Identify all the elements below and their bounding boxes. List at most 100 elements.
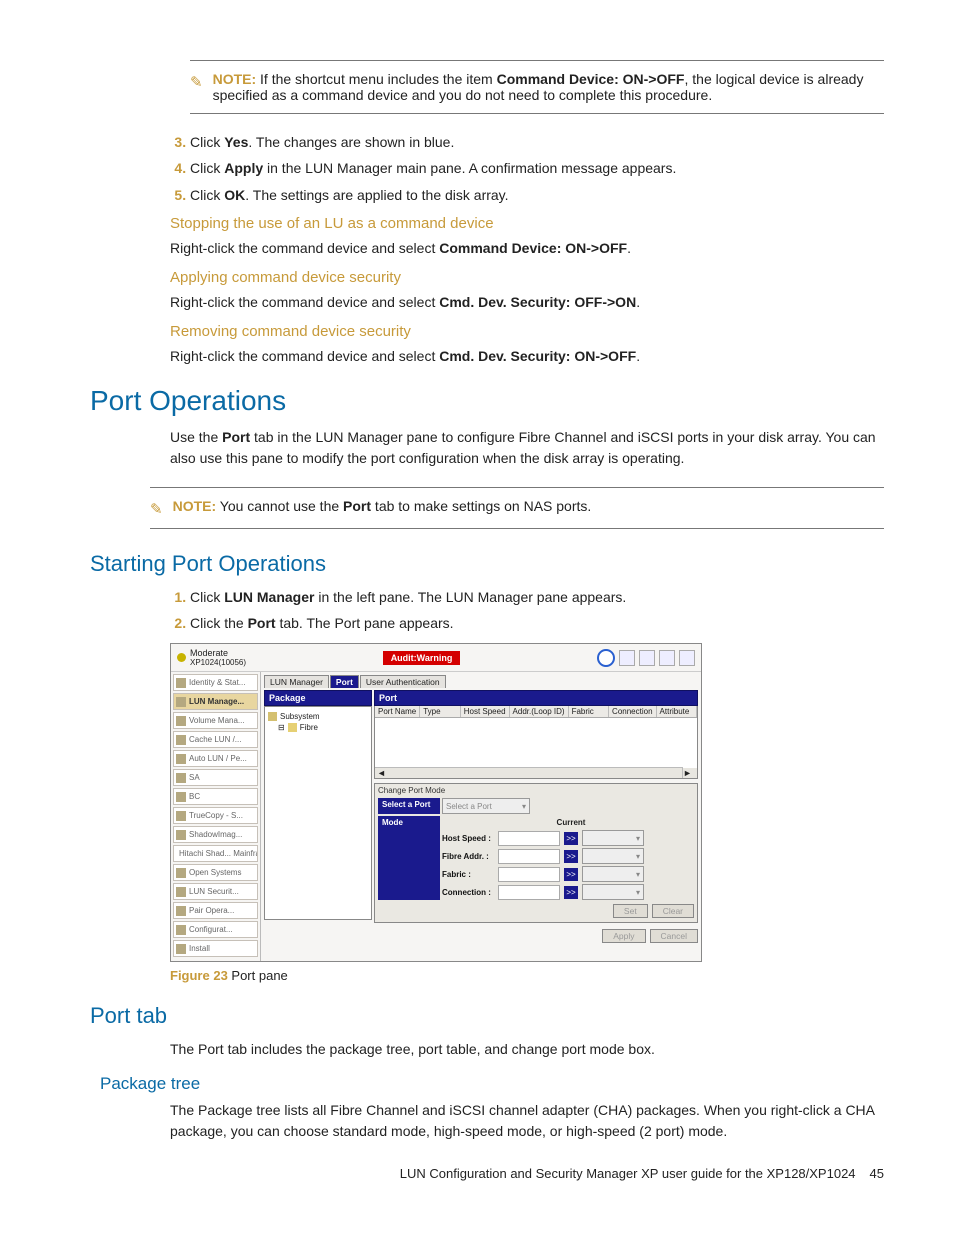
chevron-down-icon: ▾: [636, 852, 640, 861]
footer-title: LUN Configuration and Security Manager X…: [400, 1166, 856, 1181]
sidebar-item[interactable]: LUN Securit...: [173, 883, 258, 900]
steps-list-2: Click LUN Manager in the left pane. The …: [170, 587, 884, 634]
port-panel: Port Port NameTypeHost SpeedAddr.(Loop I…: [374, 690, 698, 943]
col-header[interactable]: Connection: [609, 706, 656, 717]
mode-row-label: Host Speed :: [442, 834, 494, 843]
new-value-dropdown[interactable]: ▾: [582, 884, 644, 900]
para-package-tree: The Package tree lists all Fibre Channel…: [170, 1100, 884, 1142]
port-table[interactable]: Port NameTypeHost SpeedAddr.(Loop ID)Fab…: [374, 706, 698, 779]
ss-status: Moderate XP1024(10056): [177, 648, 246, 667]
col-header[interactable]: Host Speed: [461, 706, 510, 717]
nav-icon: [176, 716, 186, 726]
sidebar-item[interactable]: Identity & Stat...: [173, 674, 258, 691]
nav-icon: [176, 811, 186, 821]
chevron-down-icon: ▾: [636, 888, 640, 897]
arrow-button[interactable]: >>: [564, 832, 578, 845]
heading-package-tree: Package tree: [100, 1074, 884, 1094]
mode-row-label: Fabric :: [442, 870, 494, 879]
ss-audit-badge: Audit:Warning: [383, 651, 461, 665]
heading-port-operations: Port Operations: [90, 385, 884, 417]
sidebar-item[interactable]: BC: [173, 788, 258, 805]
arrow-button[interactable]: >>: [564, 850, 578, 863]
step-5: Click OK. The settings are applied to th…: [190, 185, 884, 205]
col-header[interactable]: Addr.(Loop ID): [510, 706, 569, 717]
step-2: Click the Port tab. The Port pane appear…: [190, 613, 884, 633]
h-scrollbar[interactable]: ◄: [375, 767, 683, 778]
nav-icon: [176, 868, 186, 878]
step-4: Click Apply in the LUN Manager main pane…: [190, 158, 884, 178]
mode-area: Current Host Speed :>>▾Fibre Addr. :>>▾F…: [442, 816, 694, 900]
arrow-button[interactable]: >>: [564, 868, 578, 881]
select-port-dropdown[interactable]: Select a Port▾: [442, 798, 530, 814]
step-3: Click Yes. The changes are shown in blue…: [190, 132, 884, 152]
sidebar-item[interactable]: Open Systems: [173, 864, 258, 881]
sidebar-item[interactable]: ShadowImag...: [173, 826, 258, 843]
port-header: Port: [374, 690, 698, 706]
col-header[interactable]: Fabric: [569, 706, 609, 717]
note-icon: ✎: [150, 500, 163, 518]
window-icon[interactable]: [659, 650, 675, 666]
current-value-field: [498, 831, 560, 846]
sidebar-item[interactable]: Pair Opera...: [173, 902, 258, 919]
select-port-label: Select a Port: [378, 798, 440, 814]
tab-lun-manager[interactable]: LUN Manager: [264, 675, 329, 688]
figure-screenshot: Moderate XP1024(10056) Audit:Warning Ide…: [170, 643, 702, 962]
ss-tabs: LUN Manager Port User Authentication: [264, 675, 698, 688]
sidebar-item[interactable]: Cache LUN /...: [173, 731, 258, 748]
set-button[interactable]: Set: [613, 904, 648, 918]
mode-row-label: Connection :: [442, 888, 494, 897]
heading-starting-port-ops: Starting Port Operations: [90, 551, 884, 577]
current-value-field: [498, 885, 560, 900]
sidebar-item[interactable]: Install: [173, 940, 258, 957]
package-panel: Package Subsystem ⊟Fibre: [264, 690, 372, 943]
apply-button[interactable]: Apply: [602, 929, 645, 943]
note-text: You cannot use the Port tab to make sett…: [220, 498, 592, 514]
sidebar-item[interactable]: Auto LUN / Pe...: [173, 750, 258, 767]
current-value-field: [498, 867, 560, 882]
v-scrollbar[interactable]: ►: [682, 768, 697, 778]
chevron-down-icon: ▾: [522, 802, 526, 811]
note-icon: ✎: [190, 73, 203, 91]
sidebar-item[interactable]: TrueCopy - S...: [173, 807, 258, 824]
package-tree[interactable]: Subsystem ⊟Fibre: [264, 706, 372, 920]
clear-button[interactable]: Clear: [652, 904, 694, 918]
sidebar-item[interactable]: Volume Mana...: [173, 712, 258, 729]
ss-device-text: XP1024(10056): [190, 658, 246, 667]
nav-icon: [176, 906, 186, 916]
floppy-icon[interactable]: [619, 650, 635, 666]
new-value-dropdown[interactable]: ▾: [582, 866, 644, 882]
status-dot-icon: [177, 653, 186, 662]
steps-list-1: Click Yes. The changes are shown in blue…: [170, 132, 884, 205]
mode-row-label: Fibre Addr. :: [442, 852, 494, 861]
refresh-icon[interactable]: [639, 650, 655, 666]
new-value-dropdown[interactable]: ▾: [582, 830, 644, 846]
sidebar-item[interactable]: Hitachi Shad... Mainframe: [173, 845, 258, 862]
col-header[interactable]: Port Name: [375, 706, 420, 717]
nav-icon: [176, 887, 186, 897]
col-header[interactable]: Attribute: [657, 706, 697, 717]
change-port-mode-title: Change Port Mode: [378, 786, 694, 795]
nav-icon: [176, 830, 186, 840]
nav-icon: [176, 697, 186, 707]
chevron-down-icon: ▾: [636, 834, 640, 843]
circle-icon[interactable]: [597, 649, 615, 667]
chevron-down-icon: ▾: [636, 870, 640, 879]
cancel-button[interactable]: Cancel: [650, 929, 698, 943]
nav-icon: [176, 925, 186, 935]
page-footer: LUN Configuration and Security Manager X…: [90, 1166, 884, 1181]
tab-user-auth[interactable]: User Authentication: [360, 675, 446, 688]
option-icon[interactable]: [679, 650, 695, 666]
para-port-tab: The Port tab includes the package tree, …: [170, 1039, 884, 1060]
arrow-button[interactable]: >>: [564, 886, 578, 899]
sidebar-item[interactable]: Configurat...: [173, 921, 258, 938]
new-value-dropdown[interactable]: ▾: [582, 848, 644, 864]
tab-port[interactable]: Port: [330, 675, 359, 688]
sidebar-item[interactable]: LUN Manage...: [173, 693, 258, 710]
sidebar-item[interactable]: SA: [173, 769, 258, 786]
note-label: NOTE:: [173, 498, 217, 514]
para-stopping: Right-click the command device and selec…: [170, 238, 884, 259]
ss-status-text: Moderate: [190, 648, 246, 658]
change-port-mode-box: Change Port Mode Select a Port Select a …: [374, 783, 698, 923]
note-box-2: ✎ NOTE: You cannot use the Port tab to m…: [150, 487, 884, 529]
col-header[interactable]: Type: [420, 706, 460, 717]
